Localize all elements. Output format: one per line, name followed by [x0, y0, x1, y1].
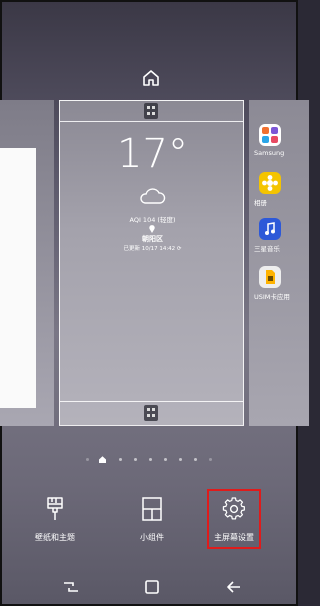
- app-label: 相册: [254, 199, 267, 207]
- page-dot[interactable]: [179, 458, 182, 461]
- location-name: 朝阳区: [142, 235, 163, 243]
- highlight-box: [207, 489, 261, 549]
- sim-card-icon: [259, 266, 281, 288]
- widgets-label: 小组件: [140, 533, 164, 542]
- page-dot[interactable]: [164, 458, 167, 461]
- app-label: Samsung: [254, 149, 285, 157]
- page-dot[interactable]: [149, 458, 152, 461]
- wallpaper-themes-button[interactable]: 壁纸和主题: [15, 496, 95, 543]
- page-dot[interactable]: [134, 458, 137, 461]
- music-icon: [259, 218, 281, 240]
- cloud-icon: [140, 188, 166, 204]
- app-label: USIM卡应用: [254, 293, 290, 301]
- home-nav-icon[interactable]: [144, 579, 160, 595]
- app-samsung[interactable]: Samsung: [254, 124, 309, 157]
- drag-handle-icon[interactable]: [144, 103, 158, 119]
- home-screen-edit-mode: 17° AQI 104 (轻度) 朝阳区 已更新 10/17 14:42 ⟳ S…: [0, 0, 309, 606]
- samsung-folder-icon: [259, 124, 281, 146]
- weather-temperature: 17°: [117, 131, 188, 177]
- updated-time: 已更新 10/17 14:42 ⟳: [60, 244, 245, 252]
- widgets-button[interactable]: 小组件: [112, 496, 192, 543]
- widgets-grid-icon: [142, 497, 162, 521]
- app-usim[interactable]: USIM卡应用: [254, 266, 309, 301]
- page-dot[interactable]: [209, 458, 212, 461]
- updated-text: 已更新 10/17 14:42: [123, 246, 176, 252]
- page-dot[interactable]: [86, 458, 89, 461]
- drag-handle-icon[interactable]: [144, 405, 158, 421]
- left-page-content: [0, 148, 36, 408]
- app-label: 三星音乐: [254, 245, 280, 253]
- current-page-preview[interactable]: 17° AQI 104 (轻度) 朝阳区 已更新 10/17 14:42 ⟳: [59, 100, 244, 426]
- app-samsung-music[interactable]: 三星音乐: [254, 218, 309, 253]
- back-icon[interactable]: [225, 579, 243, 595]
- divider: [60, 401, 243, 402]
- wallpaper-themes-label: 壁纸和主题: [35, 533, 75, 542]
- home-page-dot-icon[interactable]: [98, 455, 107, 464]
- location-pin-icon: [149, 225, 155, 233]
- left-page-preview[interactable]: [0, 100, 54, 426]
- home-icon[interactable]: [141, 68, 161, 88]
- right-page-preview[interactable]: Samsung 相册 三星音乐 USIM卡应用: [249, 100, 309, 426]
- page-indicator[interactable]: [82, 454, 222, 464]
- refresh-icon[interactable]: ⟳: [177, 246, 182, 252]
- paint-brush-icon: [47, 497, 63, 520]
- page-dot[interactable]: [194, 458, 197, 461]
- navigation-bar: [2, 572, 300, 606]
- gallery-icon: [259, 172, 281, 194]
- page-dot[interactable]: [119, 458, 122, 461]
- app-gallery[interactable]: 相册: [254, 172, 309, 207]
- divider: [60, 121, 243, 122]
- air-quality-text: AQI 104 (轻度): [129, 216, 176, 224]
- recent-apps-icon[interactable]: [62, 579, 80, 595]
